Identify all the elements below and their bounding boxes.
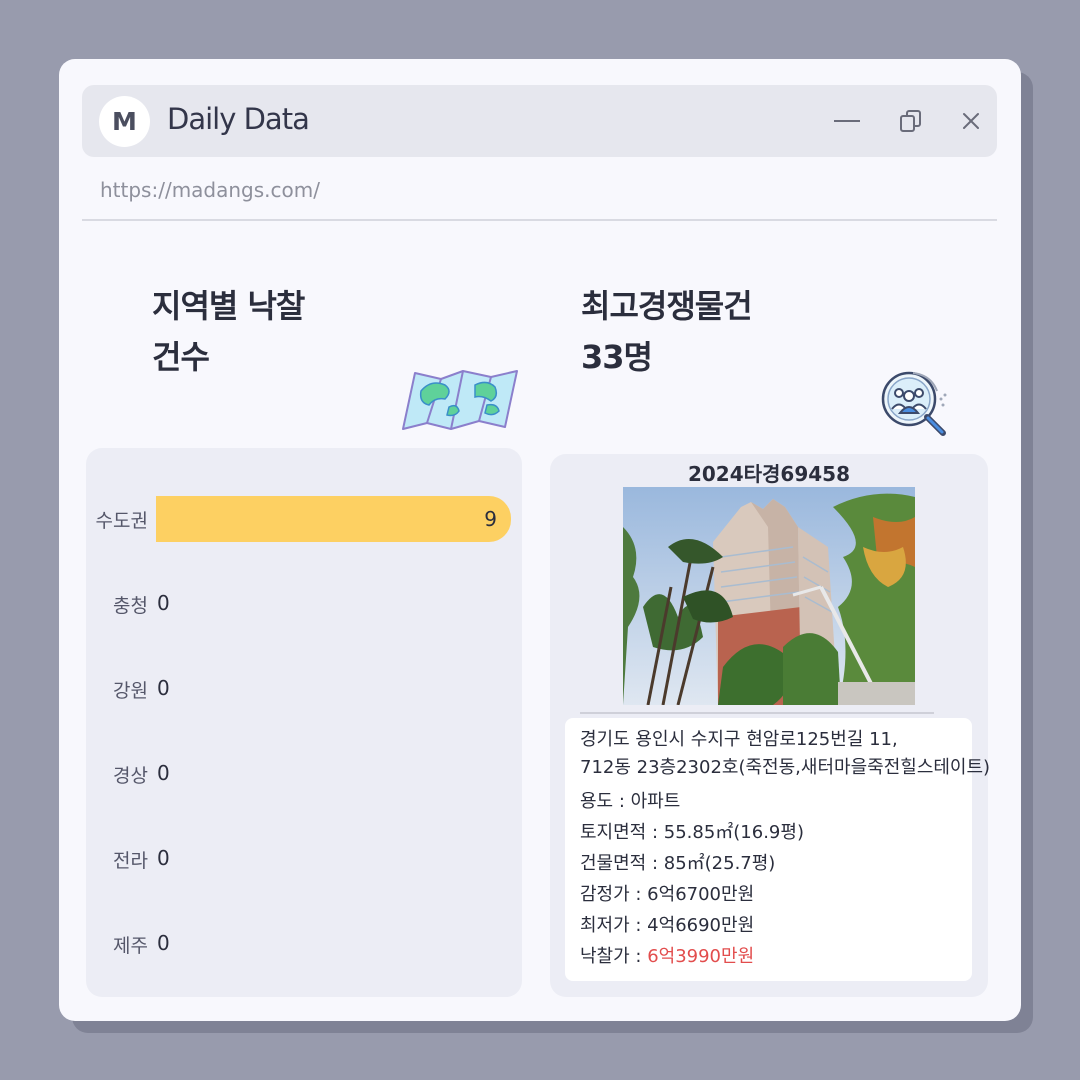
land-area-text: 토지면적 : 55.85㎡(16.9평)	[580, 822, 804, 843]
region-label: 전라	[113, 850, 148, 872]
app-window: M Daily Data https://madangs.com/ 지역별 낙찰…	[59, 59, 1021, 1021]
title-bar: M Daily Data	[82, 85, 997, 157]
competition-heading-line2: 33명	[581, 338, 653, 376]
region-bar-row: 제주 0	[86, 921, 522, 965]
region-count-label: 0	[157, 931, 170, 955]
app-title: Daily Data	[167, 102, 310, 136]
competition-heading: 최고경쟁물건 33명	[581, 281, 753, 383]
region-label: 강원	[113, 680, 148, 702]
region-count-label: 0	[157, 591, 170, 615]
close-icon	[963, 113, 979, 129]
map-icon	[402, 370, 518, 430]
region-heading-line1: 지역별 낙찰	[152, 287, 305, 325]
competition-heading-line1: 최고경쟁물건	[581, 287, 753, 325]
address-line1: 경기도 용인시 수지구 현암로125번길 11,	[580, 729, 898, 750]
region-count-label: 0	[157, 846, 170, 870]
region-bar-row: 전라 0	[86, 836, 522, 880]
top-competition-panel: 2024타경69458 경기도 용인시 수지구 현암로125번길 11, 712…	[550, 454, 990, 997]
usage-text: 용도 : 아파트	[580, 791, 681, 812]
region-count-label: 0	[157, 761, 170, 785]
case-number[interactable]: 2024타경69458	[550, 458, 988, 487]
photo-divider	[580, 712, 934, 714]
app-logo: M	[99, 96, 150, 147]
building-area-text: 건물면적 : 85㎡(25.7평)	[580, 853, 776, 874]
close-button[interactable]	[955, 105, 987, 137]
url-divider	[82, 219, 997, 221]
region-count-label: 9	[484, 507, 497, 531]
appraisal-price-text: 감정가 : 6억6700만원	[580, 884, 755, 905]
winning-bid-label: 낙찰가 :	[580, 946, 648, 967]
winning-bid-row: 낙찰가 : 6억3990만원	[580, 942, 754, 968]
region-heading-line2: 건수	[152, 338, 210, 376]
url-text[interactable]: https://madangs.com/	[100, 178, 320, 202]
property-info-card: 경기도 용인시 수지구 현암로125번길 11, 712동 23층2302호(죽…	[565, 718, 990, 981]
region-count-label: 0	[157, 676, 170, 700]
region-label: 경상	[113, 765, 148, 787]
restore-icon	[900, 110, 921, 132]
region-bar-row: 강원 0	[86, 666, 522, 710]
restore-button[interactable]	[895, 105, 927, 137]
address-line2: 712동 23층2302호(죽전동,새터마을죽전힐스테이트)	[580, 757, 991, 778]
minimum-price-text: 최저가 : 4억6690만원	[580, 915, 755, 936]
region-bar-row: 충청 0	[86, 581, 522, 625]
region-heading: 지역별 낙찰 건수	[152, 281, 305, 383]
region-bar[interactable]	[156, 496, 511, 542]
minimize-button[interactable]	[831, 105, 863, 137]
region-label: 충청	[113, 595, 148, 617]
region-chart-panel: 수도권 9 충청 0 강원 0 경상 0 전라 0 제주 0	[86, 448, 522, 997]
winning-bid-value: 6억3990만원	[647, 946, 755, 967]
people-search-icon	[881, 371, 947, 436]
minimize-icon	[834, 120, 860, 122]
property-photo[interactable]	[623, 487, 915, 705]
region-bar-row: 경상 0	[86, 751, 522, 795]
region-label: 제주	[113, 935, 148, 957]
apartment-photo-illustration	[623, 487, 915, 705]
region-label: 수도권	[95, 510, 148, 532]
region-bar-row: 수도권 9	[86, 496, 522, 542]
